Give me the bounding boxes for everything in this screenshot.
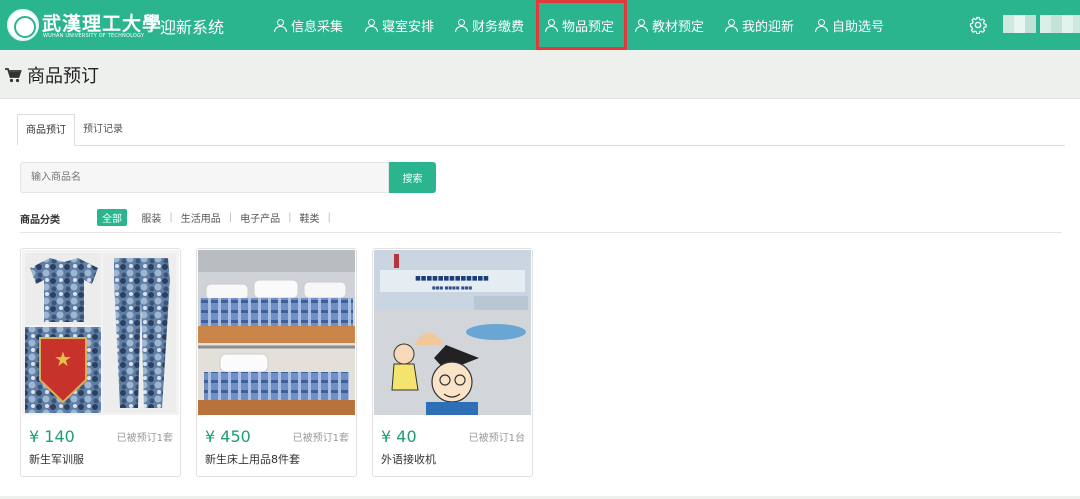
product-reserved-count: 已被预订1台 — [468, 433, 525, 444]
nav-item-self-select-number[interactable]: 自助选号 — [815, 0, 884, 50]
product-card-bedding[interactable]: ¥ 450 已被预订1套 新生床上用品8件套 — [196, 248, 357, 477]
nav-item-label: 自助选号 — [832, 19, 885, 35]
product-card-uniform[interactable]: ★ ¥ 140 已被预订1套 新生军训服 — [20, 248, 181, 477]
page-heading: 商品预订 — [5, 62, 99, 88]
product-price: ¥ 140 — [29, 427, 75, 446]
category-clothing[interactable]: 服装 — [136, 209, 166, 226]
product-price: ¥ 40 — [381, 427, 417, 446]
gear-icon[interactable] — [969, 16, 987, 34]
user-icon — [365, 18, 378, 32]
category-electronics[interactable]: 电子产品 — [235, 209, 285, 226]
product-name: 外语接收机 — [381, 453, 436, 466]
user-icon — [545, 18, 558, 32]
divider: | — [327, 212, 331, 223]
user-icon — [455, 18, 468, 32]
university-name-en: WUHAN UNIVERSITY OF TECHNOLOGY — [43, 33, 145, 39]
svg-text:★: ★ — [54, 347, 72, 371]
page-title: 商品预订 — [27, 66, 99, 87]
divider: | — [288, 212, 292, 223]
product-image-bedding — [198, 250, 355, 415]
category-list: 全部 | 服装 | 生活用品 | 电子产品 | 鞋类 | — [97, 209, 334, 226]
nav-item-label: 信息采集 — [291, 19, 344, 35]
product-reserved-count: 已被预订1套 — [292, 433, 349, 444]
cart-icon — [5, 67, 22, 82]
category-filter: 商品分类 全部 | 服装 | 生活用品 | 电子产品 | 鞋类 | — [20, 207, 1062, 233]
nav-item-goods-reservation[interactable]: 物品预定 — [536, 0, 627, 50]
university-name-cn: 武漢理工大學 — [42, 13, 163, 35]
category-all[interactable]: 全部 — [97, 209, 127, 226]
tab-goods-reservation[interactable]: 商品预订 — [17, 114, 75, 146]
nav-item-label: 财务缴费 — [472, 19, 525, 35]
user-icon — [274, 18, 287, 32]
nav-item-info-collection[interactable]: 信息采集 — [274, 0, 343, 50]
user-avatar-blurred[interactable] — [1003, 15, 1080, 33]
nav-item-textbook-reservation[interactable]: 教材预定 — [635, 0, 704, 50]
product-search-input[interactable] — [20, 162, 389, 193]
tab-bar: 商品预订 预订记录 — [17, 114, 1065, 146]
product-name: 新生军训服 — [29, 453, 84, 466]
nav-item-my-welcome[interactable]: 我的迎新 — [725, 0, 794, 50]
product-reserved-count: 已被预订1套 — [116, 433, 173, 444]
category-label: 商品分类 — [20, 215, 60, 226]
svg-text:■■■ ■■■■ ■■■: ■■■ ■■■■ ■■■ — [432, 285, 473, 290]
nav-item-finance-payment[interactable]: 财务缴费 — [455, 0, 524, 50]
tab-reservation-records[interactable]: 预订记录 — [75, 114, 131, 146]
nav-item-dorm-arrangement[interactable]: 寝室安排 — [365, 0, 434, 50]
content-panel: 商品预订 预订记录 搜索 商品分类 全部 | 服装 | 生活用品 | 电子产品 … — [0, 98, 1080, 496]
product-image-receiver: ■■■■■■■■■■■■■ ■■■ ■■■■ ■■■ — [374, 250, 531, 415]
product-price: ¥ 450 — [205, 427, 251, 446]
category-daily-goods[interactable]: 生活用品 — [176, 209, 226, 226]
category-shoes[interactable]: 鞋类 — [295, 209, 325, 226]
product-image-uniform: ★ — [22, 250, 179, 415]
top-navbar: 武漢理工大學 WUHAN UNIVERSITY OF TECHNOLOGY · … — [0, 0, 1080, 50]
divider: | — [228, 212, 233, 223]
svg-text:■■■■■■■■■■■■■: ■■■■■■■■■■■■■ — [415, 275, 489, 282]
title-separator: · — [149, 12, 155, 33]
user-icon — [635, 18, 648, 32]
product-name: 新生床上用品8件套 — [205, 453, 300, 466]
search-button[interactable]: 搜索 — [389, 162, 436, 193]
product-card-receiver[interactable]: ■■■■■■■■■■■■■ ■■■ ■■■■ ■■■ ¥ 40 已被预订1台 外… — [372, 248, 533, 477]
nav-item-label: 我的迎新 — [742, 19, 795, 35]
nav-item-label: 物品预定 — [562, 19, 615, 35]
divider: | — [169, 212, 173, 223]
university-logo-icon[interactable] — [7, 9, 39, 41]
user-icon — [725, 18, 738, 32]
system-title: 迎新系统 — [160, 18, 225, 37]
nav-item-label: 寝室安排 — [382, 19, 435, 35]
nav-item-label: 教材预定 — [652, 19, 705, 35]
user-icon — [815, 18, 828, 32]
